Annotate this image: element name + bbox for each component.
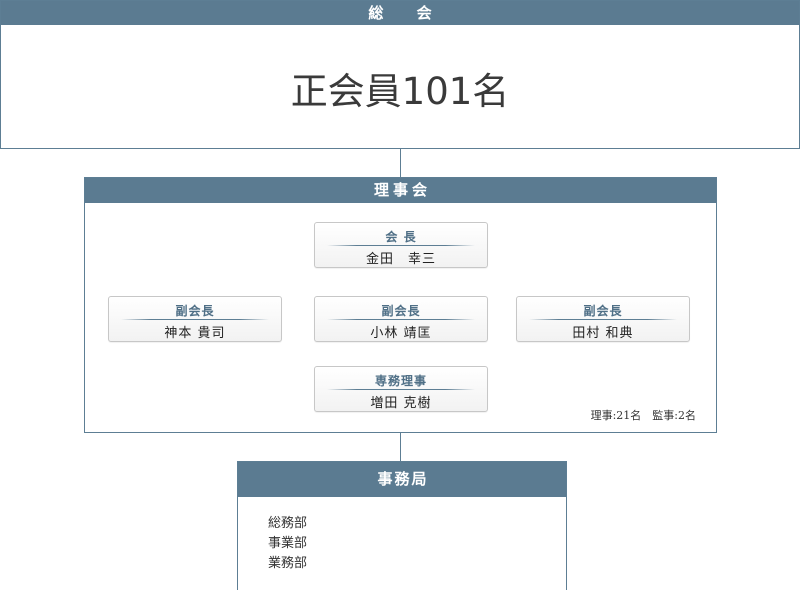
secretariat-header: 事務局 [238,462,566,497]
role-box-president: 会 長 金田 幸三 [314,222,488,268]
department-item: 事業部 [268,536,308,551]
role-title: 副会長 [175,304,215,318]
role-title: 副会長 [583,304,623,318]
role-name: 金田 幸三 [365,252,436,267]
general-assembly-section: 総 会 正会員101名 [0,0,800,149]
role-box-vice-president-1: 副会長 神本 貴司 [108,296,282,342]
general-assembly-header: 総 会 [1,1,799,25]
connector-line-assembly-board [400,149,401,177]
role-name: 増田 克樹 [370,396,432,411]
role-name: 小林 靖匡 [370,326,432,341]
regular-member-count: 正会員101名 [290,70,510,113]
role-box-executive-director: 専務理事 増田 克樹 [314,366,488,412]
role-divider [121,319,269,320]
board-member-counts: 理事:21名 監事:2名 [590,409,696,422]
role-divider [327,389,475,390]
role-divider [529,319,677,320]
role-name: 神本 貴司 [164,326,226,341]
department-item: 総務部 [268,516,308,531]
role-divider [327,245,475,246]
secretariat-section: 事務局 総務部 事業部 業務部 [237,461,567,590]
role-box-vice-president-3: 副会長 田村 和典 [516,296,690,342]
department-list: 総務部 事業部 業務部 [268,514,307,574]
role-name: 田村 和典 [572,326,634,341]
board-header: 理事会 [85,178,716,203]
role-title: 会 長 [385,230,417,244]
role-divider [327,319,475,320]
role-box-vice-president-2: 副会長 小林 靖匡 [314,296,488,342]
board-section: 理事会 会 長 金田 幸三 副会長 神本 貴司 副会長 小林 靖匡 副会長 田村… [84,177,717,433]
department-item: 業務部 [268,556,308,571]
role-title: 専務理事 [374,374,427,388]
connector-line-board-secretariat [400,433,401,461]
role-title: 副会長 [381,304,421,318]
